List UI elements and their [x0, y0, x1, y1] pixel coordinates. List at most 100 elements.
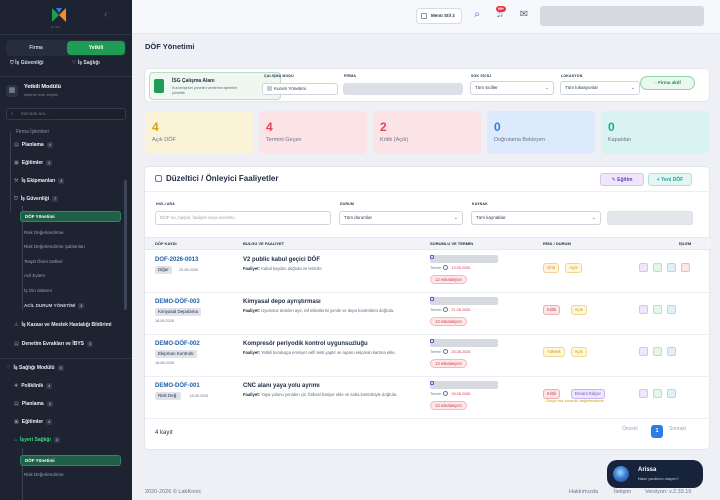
- source-select[interactable]: Tüm kaynaklar ⌄: [471, 211, 601, 225]
- search-icon[interactable]: ⌕: [471, 9, 483, 21]
- sidebar-item-firma-islemleri[interactable]: Firma İşlemleri: [16, 129, 49, 135]
- switch-isg[interactable]: ⛉ İş Güvenliği: [10, 60, 43, 66]
- collapse-icon[interactable]: ‹: [104, 9, 107, 20]
- clinic-icon: ✚: [14, 383, 19, 389]
- mail-icon[interactable]: ✉: [518, 9, 530, 21]
- finding-description: Faaliyet: Yetkili kuruluşça emniyet valf…: [243, 350, 396, 355]
- switch-saglik[interactable]: ♡ İş Sağlığı: [72, 60, 100, 66]
- document-icon[interactable]: [653, 347, 662, 356]
- view-icon[interactable]: [667, 305, 676, 314]
- sidebar-item-is-guvenligi[interactable]: ⛉ İş Güvenliği 7: [14, 196, 59, 202]
- stat-label: Kapatılan: [608, 137, 632, 143]
- dof-id[interactable]: DOF-2026-0013: [155, 257, 198, 263]
- sidebar-item-dof-yonetimi[interactable]: DÖF Yönetimi: [20, 211, 121, 222]
- sidebar-item-is-kazasi[interactable]: ⚠ İş Kazası ve Meslek Hastalığı Bildirimi: [14, 322, 112, 328]
- mode-icon: [267, 86, 272, 92]
- stat-card[interactable]: 4 Açık DÖF: [145, 111, 253, 154]
- work-context-bar: İSG Çalışma Alanı Kurum/şirket yönetim v…: [144, 68, 710, 102]
- toggle-yetkili[interactable]: Yetkili: [67, 41, 125, 55]
- finding-description: Faaliyet: Yaya yolunu yeniden çiz, fizik…: [243, 392, 398, 397]
- status-select[interactable]: Tüm durumlar ⌄: [339, 211, 463, 225]
- list-icon[interactable]: [639, 347, 648, 356]
- version-text: Versiyon: v.2.33.15: [645, 489, 692, 495]
- sidebar-item-acil-eylem[interactable]: Acil Eylem: [24, 273, 45, 278]
- site-select[interactable]: Tüm siciller ⌄: [470, 81, 554, 95]
- status-badge: Devam Ediyor: [570, 389, 605, 399]
- view-icon[interactable]: [667, 347, 676, 356]
- view-icon[interactable]: [667, 389, 676, 398]
- company-selector[interactable]: Menü Stil 2: [416, 8, 462, 24]
- new-dof-button[interactable]: + Yeni DÖF: [648, 173, 692, 186]
- sidebar-scrollbar[interactable]: [124, 180, 127, 310]
- sidebar-item-risk-degerlendirme[interactable]: Risk Değerlendirme: [24, 230, 64, 235]
- assistant-chat-widget[interactable]: Arissa Nasıl yardımcı olayım?: [607, 460, 703, 488]
- sidebar-item-dof-yonetimi-2[interactable]: DÖF Yönetimi: [20, 455, 121, 466]
- sidebar-item-planlama[interactable]: ▤ Planlama 4: [14, 142, 53, 148]
- stat-label: Doğrulama Bekleyen: [494, 137, 546, 143]
- training-button[interactable]: ✎ Eğitim: [600, 173, 644, 186]
- col-header: BULGU VE FAALİYET: [243, 241, 285, 246]
- logo-icon: [52, 8, 66, 22]
- list-icon[interactable]: [639, 263, 648, 272]
- record-date: 18.08.2026: [189, 394, 209, 398]
- clock-icon: [443, 349, 449, 354]
- sidebar-item-risk-sablonlari[interactable]: Risk Değerlendirme Şablonları: [24, 244, 85, 249]
- sidebar-item-isyeri-sagligi[interactable]: ⌂ İşyeri Sağlığı 4: [14, 437, 60, 443]
- filter-button[interactable]: [607, 211, 693, 225]
- menu-search-input[interactable]: ⌕ Menüde ara...: [6, 108, 126, 120]
- location-select[interactable]: Tüm lokasyonlar ⌄: [560, 81, 640, 95]
- stat-card[interactable]: 0 Doğrulama Bekleyen: [487, 111, 595, 154]
- firm-select[interactable]: [343, 83, 463, 95]
- source-label: KAYNAK: [472, 202, 488, 206]
- toggle-firma[interactable]: Firma: [7, 41, 65, 55]
- sidebar-item-acil-durum[interactable]: ACİL DURUM YÖNETİMİ 3: [24, 303, 85, 309]
- about-link[interactable]: Hakkımızda: [569, 489, 598, 495]
- escalation-badge: 12 eskalasyon: [430, 275, 467, 284]
- table-row[interactable]: DEMO-DÖF-001 Risk Değ. 18.08.2026 CNC alanı…: [145, 377, 711, 419]
- sidebar-item-egitimler-2[interactable]: ▣ Eğitimler 4: [14, 419, 53, 425]
- sidebar-item-denetim[interactable]: ▤ Denetim Evrakları ve İBYS 3: [14, 341, 93, 347]
- shield-icon: ⛉: [14, 196, 18, 202]
- stat-card[interactable]: 4 Termini Geçen: [259, 111, 367, 154]
- stat-card[interactable]: 0 Kapatılan: [601, 111, 709, 154]
- dof-id[interactable]: DEMO-DÖF-001: [155, 383, 200, 389]
- document-icon[interactable]: [653, 389, 662, 398]
- firm-status-badge: ◌ Firma aktif: [640, 76, 695, 90]
- col-header: SORUMLU VE TERMİN: [430, 241, 474, 246]
- list-icon[interactable]: [639, 389, 648, 398]
- dof-id[interactable]: DEMO-DÖF-003: [155, 299, 200, 305]
- sidebar-item-planlama-2[interactable]: ▤ Planlama 4: [14, 401, 53, 407]
- tool-icon: ⚒: [14, 178, 19, 184]
- sidebar-item-risk-degerlendirme-2[interactable]: Risk Değerlendirme: [24, 472, 64, 477]
- dof-search-input[interactable]: DÖF no, başlık, faaliyet veya sorumlu: [155, 211, 331, 225]
- building-icon: ⌂: [14, 437, 18, 443]
- prev-page-button[interactable]: Önceki: [622, 426, 638, 432]
- sidebar-item-is-izin[interactable]: İş İzin Sistemi: [24, 288, 52, 293]
- list-icon[interactable]: [639, 305, 648, 314]
- next-page-button[interactable]: Sonraki: [669, 426, 686, 432]
- sidebar-item-is-ekipmanlari[interactable]: ⚒ İş Ekipmanları 4: [14, 178, 65, 184]
- document-icon[interactable]: [653, 263, 662, 272]
- contact-link[interactable]: İletişim: [614, 489, 631, 495]
- document-icon[interactable]: [653, 305, 662, 314]
- sidebar-item-poliklinik[interactable]: ✚ Poliklinik 4: [14, 383, 53, 389]
- delete-icon[interactable]: [681, 263, 690, 272]
- escalation-badge: 13 eskalasyon: [430, 317, 467, 326]
- sidebar-item-tespit-oneri[interactable]: Tespit Öneri Defteri: [24, 259, 63, 264]
- sidebar-item-egitimler[interactable]: ▣ Eğitimler 4: [14, 160, 53, 166]
- clock-icon: [443, 307, 449, 312]
- copyright: 2020-2026 © LabKonic: [145, 489, 202, 495]
- view-icon[interactable]: [667, 263, 676, 272]
- dof-id[interactable]: DEMO-DÖF-002: [155, 341, 200, 347]
- user-icon: [430, 297, 434, 301]
- table-row[interactable]: DEMO-DÖF-002 Ekipman Kontrolü 18.08.2026 Ko…: [145, 335, 711, 377]
- stat-card[interactable]: 2 Kritik (Açık): [373, 111, 481, 154]
- deadline: Termin 21.08.2026: [430, 307, 471, 312]
- table-row[interactable]: DOF-2026-0013 Diğer 25.08.2026 V2 public ka…: [145, 251, 711, 293]
- mode-select[interactable]: Kurum Yönetimi: [262, 83, 338, 95]
- table-row[interactable]: DEMO-DÖF-003 Kimyasal Depolama 18.08.2026 K…: [145, 293, 711, 335]
- page-button-1[interactable]: 1: [651, 425, 663, 438]
- sidebar-item-is-sagligi-modulu[interactable]: ♡ İş Sağlığı Modülü 4: [6, 365, 64, 371]
- user-profile[interactable]: [540, 6, 704, 26]
- finding-title: Kimyasal depo ayrıştırması: [243, 299, 321, 305]
